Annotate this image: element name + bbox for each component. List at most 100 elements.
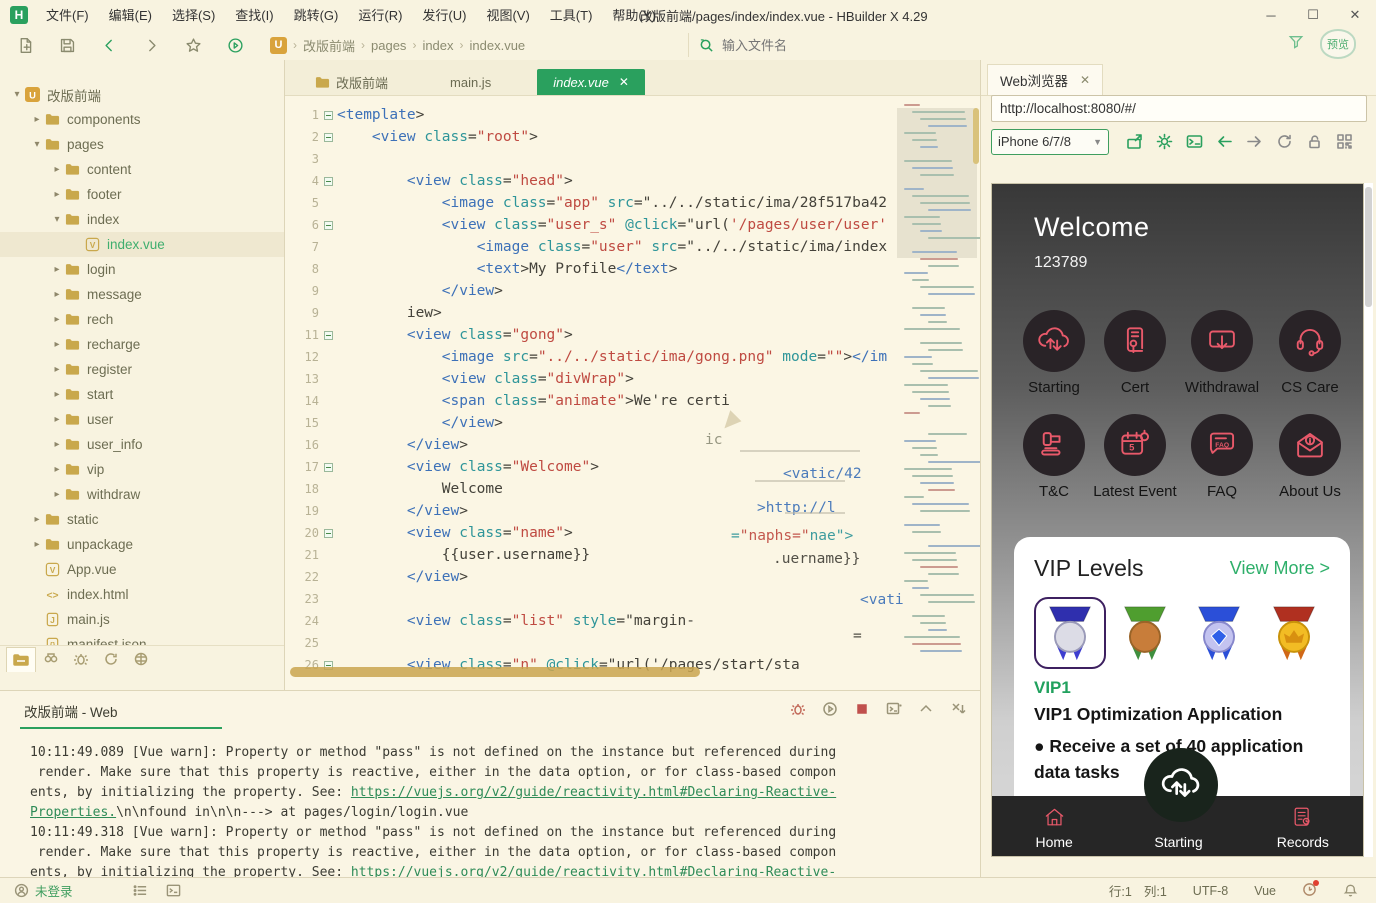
tree-item-App.vue[interactable]: VApp.vue	[0, 557, 285, 582]
code-line[interactable]: 6 <view class="user_s" @click="url('/pag…	[285, 214, 905, 236]
tree-item-components[interactable]: ▸components	[0, 107, 285, 132]
menu-item[interactable]: 视图(V)	[476, 4, 539, 27]
expand-arrow-icon[interactable]: ▸	[50, 264, 64, 275]
tree-item-unpackage[interactable]: ▸unpackage	[0, 532, 285, 557]
tree-item-user_info[interactable]: ▸user_info	[0, 432, 285, 457]
expand-arrow-icon[interactable]: ▸	[50, 289, 64, 300]
console-tab[interactable]: 改版前端 - Web	[24, 701, 118, 721]
favorite-star-button[interactable]	[176, 32, 210, 58]
settings-gear-icon[interactable]	[1149, 129, 1179, 155]
grid-circle[interactable]: 5	[1104, 414, 1166, 476]
code-line[interactable]: 13 <view class="divWrap">	[285, 368, 905, 390]
tree-item-content[interactable]: ▸content	[0, 157, 285, 182]
tree-item-user[interactable]: ▸user	[0, 407, 285, 432]
code-line[interactable]: 9 </view>	[285, 280, 905, 302]
breadcrumb-segment[interactable]: index	[418, 38, 457, 53]
expand-arrow-icon[interactable]: ▸	[50, 339, 64, 350]
breadcrumb-segment[interactable]: index.vue	[466, 38, 530, 53]
menu-item[interactable]: 文件(F)	[36, 4, 99, 27]
navigate-forward-icon[interactable]	[1239, 129, 1269, 155]
new-file-button[interactable]	[8, 32, 42, 58]
editor-tab-main.js[interactable]: main.js	[434, 69, 507, 95]
code-line[interactable]: 25	[285, 632, 905, 654]
code-line[interactable]: 11 <view class="gong">	[285, 324, 905, 346]
menu-item[interactable]: 选择(S)	[162, 4, 225, 27]
files-view-icon[interactable]	[6, 647, 36, 672]
tree-item-rech[interactable]: ▸rech	[0, 307, 285, 332]
cursor-col[interactable]: 列:1	[1144, 881, 1167, 900]
fold-marker[interactable]	[319, 221, 337, 230]
minimap[interactable]	[900, 104, 974, 680]
code-line[interactable]: 22 </view>	[285, 566, 905, 588]
tree-item-index[interactable]: ▾index	[0, 207, 285, 232]
code-line[interactable]: 15 </view>	[285, 412, 905, 434]
editor-tab-index.vue[interactable]: index.vue✕	[537, 69, 645, 95]
remote-view-icon[interactable]	[126, 647, 156, 672]
expand-arrow-icon[interactable]: ▸	[50, 439, 64, 450]
tree-item-recharge[interactable]: ▸recharge	[0, 332, 285, 357]
code-line[interactable]: 4 <view class="head">	[285, 170, 905, 192]
code-lines[interactable]: 1<template>2 <view class="root">34 <view…	[285, 104, 905, 676]
open-external-icon[interactable]	[1119, 129, 1149, 155]
editor-horizontal-scrollbar[interactable]	[285, 666, 980, 678]
encoding[interactable]: UTF-8	[1193, 884, 1228, 898]
browser-tab[interactable]: Web浏览器✕	[987, 64, 1103, 95]
starting-fab-button[interactable]	[1144, 748, 1218, 822]
code-line[interactable]: 24 <view class="list" style="margin-	[285, 610, 905, 632]
code-line[interactable]: 5 <image class="app" src="../../static/i…	[285, 192, 905, 214]
expand-arrow-icon[interactable]: ▸	[30, 514, 44, 525]
vip-medal-3[interactable]	[1183, 597, 1255, 669]
editor-tab--[interactable]: 改版前端	[299, 69, 404, 95]
file-search[interactable]	[688, 33, 1286, 57]
tree-item-index.html[interactable]: <>index.html	[0, 582, 285, 607]
vip-medal-2[interactable]	[1109, 597, 1181, 669]
tree-item--[interactable]: ▾U改版前端	[0, 82, 285, 107]
close-tab-icon[interactable]: ✕	[1080, 73, 1090, 87]
breadcrumb-segment[interactable]: 改版前端	[299, 36, 359, 55]
expand-arrow-icon[interactable]: ▸	[50, 189, 64, 200]
cursor-row[interactable]: 行:1	[1109, 881, 1132, 900]
menu-item[interactable]: 查找(I)	[225, 4, 283, 27]
lock-icon[interactable]	[1299, 129, 1329, 155]
grid-circle[interactable]	[1191, 310, 1253, 372]
device-selector[interactable]: iPhone 6/7/8▼	[991, 129, 1109, 155]
fold-marker[interactable]	[319, 463, 337, 472]
clear-console-icon[interactable]	[950, 701, 966, 717]
expand-arrow-icon[interactable]: ▸	[30, 539, 44, 550]
fold-marker[interactable]	[319, 529, 337, 538]
code-line[interactable]: 8 <text>My Profile</text>	[285, 258, 905, 280]
menu-item[interactable]: 跳转(G)	[284, 4, 349, 27]
code-line[interactable]: 1<template>	[285, 104, 905, 126]
nav-item-home[interactable]: Home	[992, 796, 1116, 857]
grid-circle[interactable]	[1023, 310, 1085, 372]
grid-item-About-Us[interactable]: About Us	[1266, 414, 1354, 502]
breadcrumb-segment[interactable]: pages	[367, 38, 410, 53]
console-link[interactable]: https://vuejs.org/v2/guide/reactivity.ht…	[351, 865, 836, 877]
minimize-button[interactable]: ─	[1250, 0, 1292, 30]
grid-circle[interactable]	[1279, 414, 1341, 476]
editor-vertical-scrollbar[interactable]	[973, 108, 979, 164]
grid-item-Withdrawal[interactable]: Withdrawal	[1178, 310, 1266, 398]
code-line[interactable]: 2 <view class="root">	[285, 126, 905, 148]
grid-circle[interactable]	[1279, 310, 1341, 372]
tree-item-start[interactable]: ▸start	[0, 382, 285, 407]
grid-item-FAQ[interactable]: FAQFAQ	[1178, 414, 1266, 502]
fold-marker[interactable]	[319, 177, 337, 186]
grid-circle[interactable]	[1023, 414, 1085, 476]
expand-arrow-icon[interactable]: ▸	[50, 489, 64, 500]
update-icon[interactable]	[1302, 882, 1317, 900]
close-tab-icon[interactable]: ✕	[619, 75, 629, 89]
search-view-icon[interactable]	[36, 647, 66, 672]
login-status[interactable]: 未登录	[14, 881, 73, 900]
fold-marker[interactable]	[319, 133, 337, 142]
console-terminal-icon[interactable]	[1179, 129, 1209, 155]
grid-item-Starting[interactable]: Starting	[1010, 310, 1098, 398]
fold-marker[interactable]	[319, 111, 337, 120]
tree-item-message[interactable]: ▸message	[0, 282, 285, 307]
grid-circle[interactable]: FAQ	[1191, 414, 1253, 476]
expand-arrow-icon[interactable]: ▾	[50, 214, 64, 225]
console-link[interactable]: Properties.	[30, 805, 116, 820]
console-log[interactable]: 10:11:49.089 [Vue warn]: Property or met…	[30, 743, 970, 877]
back-button[interactable]	[92, 32, 126, 58]
tree-item-static[interactable]: ▸static	[0, 507, 285, 532]
